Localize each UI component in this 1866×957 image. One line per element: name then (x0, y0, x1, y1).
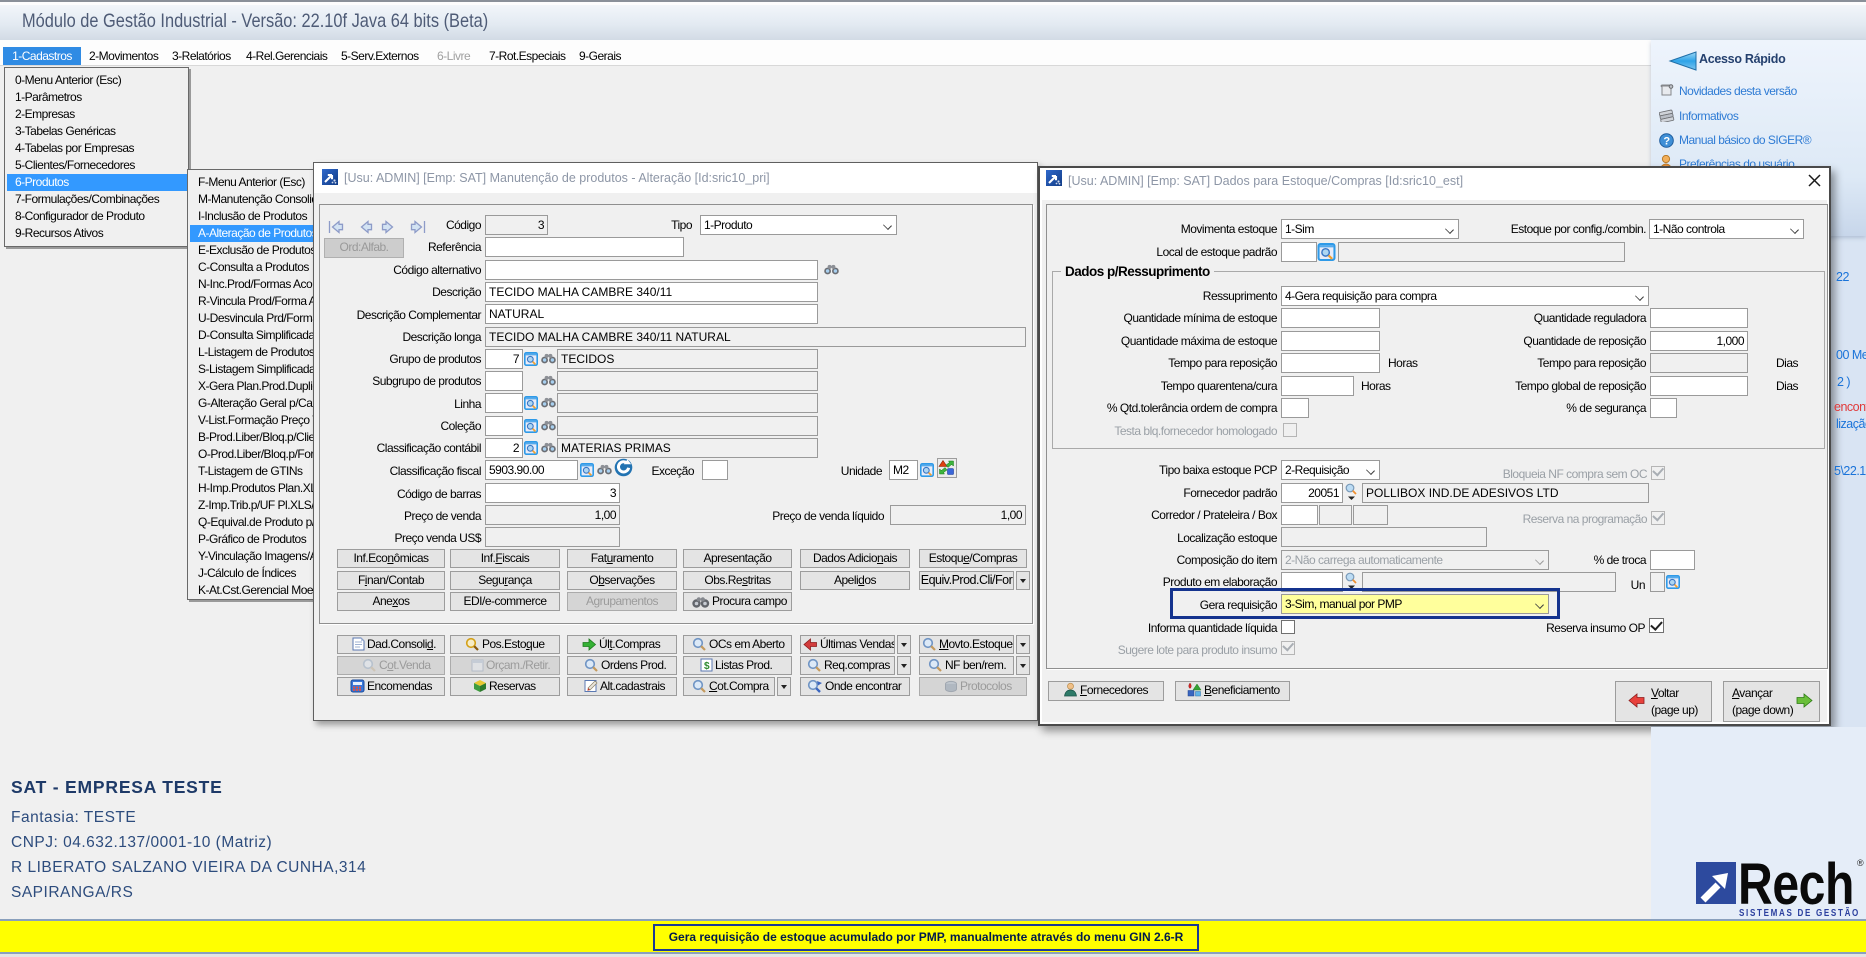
svg-text:®: ® (1857, 858, 1864, 868)
svg-text:SISTEMAS DE GESTÃO: SISTEMAS DE GESTÃO (1739, 906, 1860, 918)
svg-text:?: ? (1663, 136, 1670, 148)
